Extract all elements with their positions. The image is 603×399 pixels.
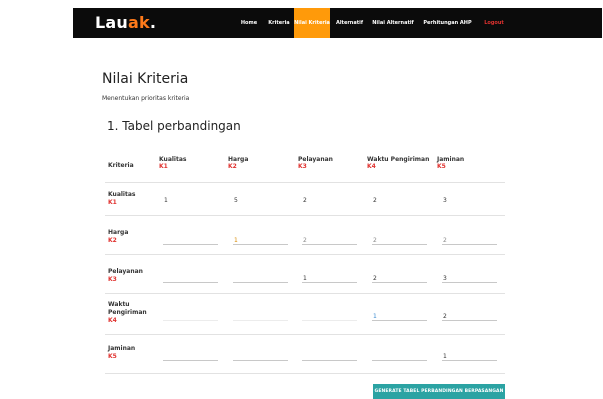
row-code: K3: [108, 276, 117, 283]
navbar: Lauak. Home Kriteria Nilai Kriteria Alte…: [73, 8, 602, 38]
cell-k5-k1: [163, 350, 218, 361]
cell-k3-k1: [163, 272, 218, 283]
cell-k2-k5[interactable]: 2: [442, 234, 497, 245]
column-header-k2: Harga K2: [228, 156, 248, 170]
cell-k5-k2: [233, 350, 288, 361]
nav-logout[interactable]: Logout: [478, 8, 510, 38]
cell-k2-k3[interactable]: 2: [302, 234, 357, 245]
row-label-k1: Kualitas K1: [108, 191, 135, 207]
header-divider: [105, 182, 505, 183]
row-code: K4: [108, 317, 117, 324]
table-header-kriteria: Kriteria: [108, 162, 134, 169]
row-name: Waktu Pengiriman: [108, 301, 147, 316]
nav-alternatif[interactable]: Alternatif: [333, 8, 366, 38]
row-label-k5: Jaminan K5: [108, 345, 135, 361]
cell-k1-k2[interactable]: 5: [233, 193, 288, 204]
nav-home[interactable]: Home: [235, 8, 263, 38]
cell-k3-k3: 1: [302, 272, 357, 283]
generate-comparison-button[interactable]: GENERATE TABEL PERBANDINGAN BERPASANGAN: [373, 384, 505, 399]
cell-k1-k1: 1: [164, 197, 168, 204]
row-name: Jaminan: [108, 345, 136, 352]
row-label-k3: Pelayanan K3: [108, 268, 143, 284]
cell-k4-k3: [302, 310, 357, 321]
column-code: K5: [437, 163, 446, 170]
cell-k1-k5[interactable]: 3: [442, 193, 497, 204]
row-code: K1: [108, 199, 117, 206]
brand-name: Lau: [95, 13, 128, 32]
row-code: K2: [108, 237, 117, 244]
column-header-k5: Jaminan K5: [437, 156, 464, 170]
cell-k3-k2: [233, 272, 288, 283]
column-name: Waktu Pengiriman: [367, 156, 430, 163]
cell-k5-k3: [302, 350, 357, 361]
cell-k3-k4[interactable]: 2: [372, 272, 427, 283]
section-title: 1. Tabel perbandingan: [107, 119, 241, 133]
page-subtitle: Menentukan prioritas kriteria: [102, 95, 190, 102]
brand-suffix: .: [149, 13, 157, 32]
row-label-k2: Harga K2: [108, 229, 128, 245]
row-code: K5: [108, 353, 117, 360]
row-name: Kualitas: [108, 191, 136, 198]
cell-k4-k1: [163, 310, 218, 321]
column-code: K1: [159, 163, 168, 170]
column-header-k3: Pelayanan K3: [298, 156, 333, 170]
cell-k2-k4[interactable]: 2: [372, 234, 427, 245]
column-name: Jaminan: [437, 156, 465, 163]
page-title: Nilai Kriteria: [102, 71, 189, 87]
cell-k5-k4: [372, 350, 427, 361]
column-name: Kualitas: [159, 156, 187, 163]
column-name: Pelayanan: [298, 156, 333, 163]
row-divider: [105, 334, 505, 335]
cell-k2-k1: [163, 234, 218, 245]
cell-k1-k3[interactable]: 2: [302, 193, 357, 204]
cell-k4-k4: 1: [372, 310, 427, 321]
row-name: Harga: [108, 229, 129, 236]
cell-k4-k2: [233, 310, 288, 321]
row-divider: [105, 215, 505, 216]
table-bottom-divider: [105, 373, 505, 374]
cell-k1-k4[interactable]: 2: [372, 193, 427, 204]
column-header-k1: Kualitas K1: [159, 156, 186, 170]
cell-k2-k2: 1: [233, 234, 288, 245]
cell-k3-k5[interactable]: 3: [442, 272, 497, 283]
column-header-k4: Waktu Pengiriman K4: [367, 156, 429, 170]
cell-k5-k5: 1: [442, 350, 497, 361]
nav-nilai-alternatif[interactable]: Nilai Alternatif: [369, 8, 417, 38]
nav-kriteria[interactable]: Kriteria: [265, 8, 293, 38]
cell-k4-k5[interactable]: 2: [442, 310, 497, 321]
row-divider: [105, 293, 505, 294]
column-code: K2: [228, 163, 237, 170]
row-label-k4: Waktu Pengiriman K4: [108, 301, 148, 325]
nav-perhitungan-ahp[interactable]: Perhitungan AHP: [420, 8, 475, 38]
nav-nilai-kriteria[interactable]: Nilai Kriteria: [294, 8, 330, 38]
brand-accent: ak: [127, 13, 150, 32]
column-code: K3: [298, 163, 307, 170]
row-name: Pelayanan: [108, 268, 143, 275]
column-name: Harga: [228, 156, 249, 163]
row-divider: [105, 254, 505, 255]
brand-logo[interactable]: Lauak.: [95, 13, 156, 32]
column-code: K4: [367, 163, 376, 170]
